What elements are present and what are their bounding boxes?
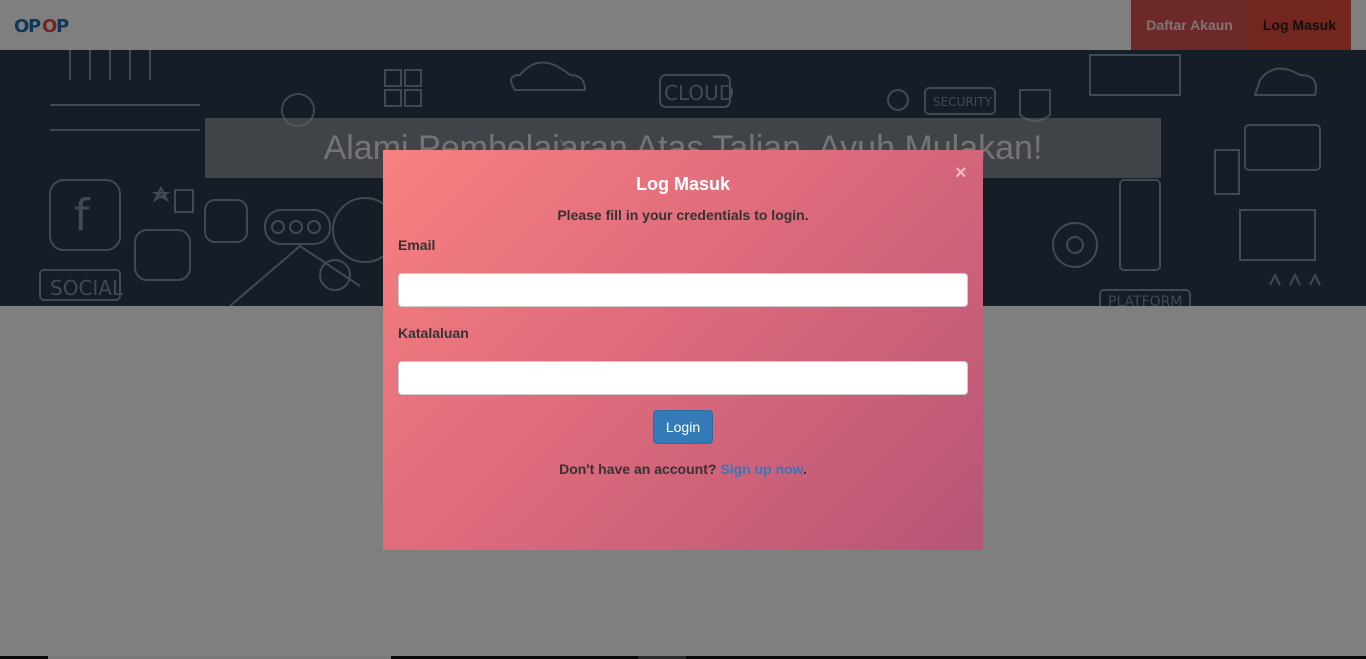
modal-subtitle: Please fill in your credentials to login… [557,207,809,223]
signup-prompt: Don't have an account? [559,461,717,477]
signup-suffix: . [803,461,807,477]
signup-prompt-line: Don't have an account? Sign up now. [383,461,983,477]
email-label: Email [398,237,436,253]
modal-title: Log Masuk [635,174,730,194]
password-field[interactable] [398,361,968,395]
signup-link[interactable]: Sign up now [720,461,803,477]
email-field[interactable] [398,273,968,307]
password-label: Katalaluan [398,325,469,341]
login-modal: × Log Masuk Please fill in your credenti… [383,150,983,550]
login-button[interactable]: Login [653,410,713,444]
